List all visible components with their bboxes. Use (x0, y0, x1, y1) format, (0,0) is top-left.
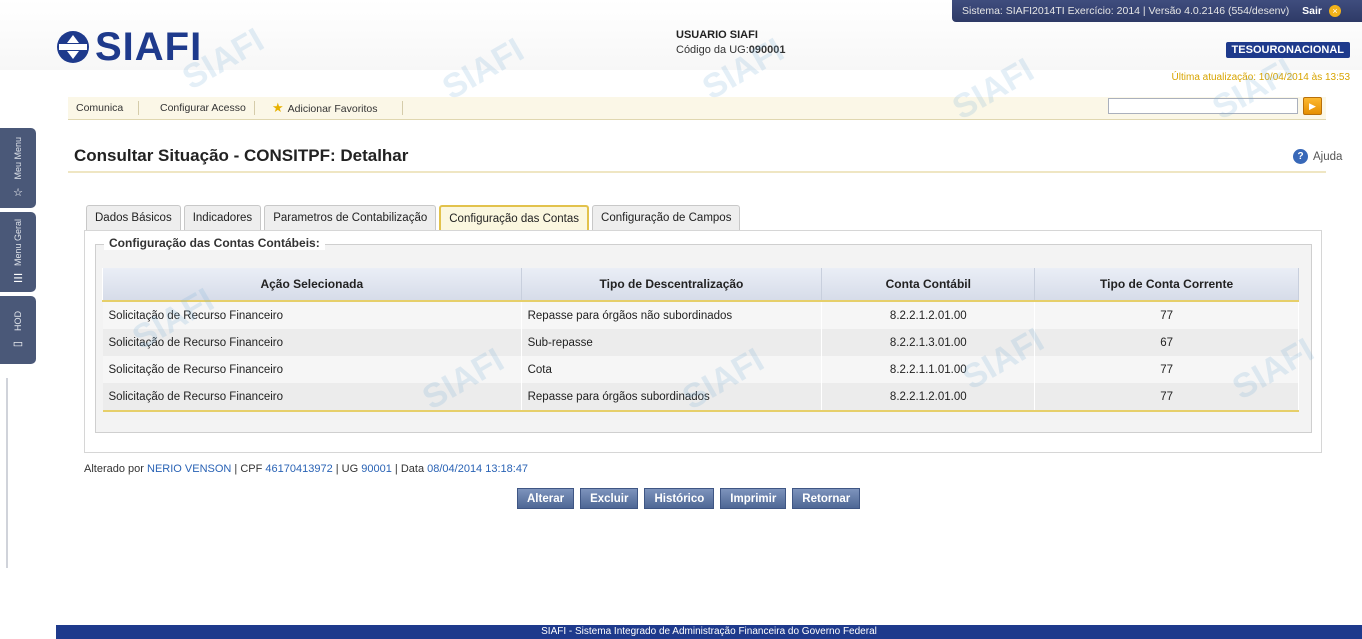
table-row[interactable]: Solicitação de Recurso Financeiro Sub-re… (102, 329, 1299, 356)
cell-conta-contabil: 8.2.2.1.2.01.00 (821, 301, 1036, 329)
cell-tipo-conta-corrente: 77 (1034, 383, 1299, 412)
table-row[interactable]: Solicitação de Recurso Financeiro Repass… (102, 301, 1299, 329)
cell-acao: Solicitação de Recurso Financeiro (102, 356, 522, 383)
historico-button[interactable]: Histórico (644, 488, 715, 509)
cell-conta-contabil: 8.2.2.1.1.01.00 (821, 356, 1036, 383)
user-title: USUARIO SIAFI (676, 29, 758, 41)
alterar-button[interactable]: Alterar (517, 488, 575, 509)
cell-acao: Solicitação de Recurso Financeiro (102, 329, 522, 356)
search-input[interactable] (1108, 98, 1298, 114)
menu-separator (254, 101, 255, 115)
accounts-table: Ação Selecionada Tipo de Descentralizaçã… (102, 268, 1299, 412)
audit-info: Alterado por NERIO VENSON | CPF 46170413… (84, 463, 528, 475)
side-divider (6, 378, 8, 568)
search-go-button[interactable]: ▶ (1303, 97, 1322, 115)
monitor-icon: ▭ (12, 337, 24, 350)
audit-alterado-por: Alterado por (84, 463, 144, 475)
logo-text: SIAFI (95, 24, 203, 69)
cell-tipo-conta-corrente: 67 (1034, 329, 1299, 356)
star-outline-icon: ☆ (13, 186, 23, 199)
side-tabs: Meu Menu ☆ Menu Geral ☰ HOD ▭ (0, 128, 36, 368)
cell-tipo-descentralizacao: Repasse para órgãos subordinados (521, 383, 823, 412)
menu-comunica[interactable]: Comunica (76, 97, 123, 119)
system-info-bar: Sistema: SIAFI2014TI Exercício: 2014 | V… (952, 0, 1362, 22)
side-tab-hod[interactable]: HOD ▭ (0, 296, 36, 364)
cell-conta-contabil: 8.2.2.1.3.01.00 (821, 329, 1036, 356)
excluir-button[interactable]: Excluir (580, 488, 639, 509)
siafi-logo: SIAFI (55, 24, 202, 70)
page-title: Consultar Situação - CONSITPF: Detalhar (74, 146, 409, 165)
siafi-logo-icon (57, 31, 89, 63)
audit-cpf-label: | CPF (234, 463, 263, 475)
section-legend: Configuração das Contas Contábeis: (104, 236, 325, 250)
tab-configuracao-contas[interactable]: Configuração das Contas (439, 205, 590, 230)
last-update: Última atualização: 10/04/2014 às 13:53 (1171, 72, 1350, 83)
column-header[interactable]: Tipo de Descentralização (520, 268, 823, 302)
action-buttons: Alterar Excluir Histórico Imprimir Retor… (517, 488, 866, 509)
menu-configurar-acesso[interactable]: Configurar Acesso (160, 97, 246, 119)
cell-tipo-descentralizacao: Repasse para órgãos não subordinados (521, 301, 823, 329)
system-info-text: Sistema: SIAFI2014TI Exercício: 2014 | V… (962, 5, 1290, 17)
column-header[interactable]: Ação Selecionada (102, 268, 522, 302)
tab-indicadores[interactable]: Indicadores (183, 205, 262, 230)
menu-tree-icon: ☰ (13, 273, 23, 286)
side-tab-meu-menu[interactable]: Meu Menu ☆ (0, 128, 36, 208)
column-header[interactable]: Conta Contábil (821, 268, 1036, 302)
tab-bar: Dados Básicos Indicadores Parametros de … (86, 205, 743, 230)
title-divider (68, 171, 1326, 173)
cell-acao: Solicitação de Recurso Financeiro (102, 383, 522, 412)
table-header-row: Ação Selecionada Tipo de Descentralizaçã… (102, 268, 1299, 302)
audit-ug-link[interactable]: 90001 (361, 463, 392, 475)
help-icon: ? (1293, 149, 1308, 164)
ug-label: Código da UG: (676, 44, 749, 56)
user-info: USUARIO SIAFI Código da UG:090001 (676, 28, 785, 58)
tab-dados-basicos[interactable]: Dados Básicos (86, 205, 181, 230)
audit-cpf-link[interactable]: 46170413972 (265, 463, 332, 475)
star-icon: ★ (272, 100, 284, 115)
audit-user-link[interactable]: NERIO VENSON (147, 463, 231, 475)
cell-tipo-conta-corrente: 77 (1034, 301, 1299, 329)
side-tab-label: HOD (13, 310, 23, 331)
column-header[interactable]: Tipo de Conta Corrente (1034, 268, 1299, 302)
menu-separator (402, 101, 403, 115)
tab-parametros-contabilizacao[interactable]: Parametros de Contabilização (264, 205, 437, 230)
retornar-button[interactable]: Retornar (792, 488, 861, 509)
imprimir-button[interactable]: Imprimir (720, 488, 787, 509)
cell-tipo-descentralizacao: Cota (521, 356, 823, 383)
tab-configuracao-campos[interactable]: Configuração de Campos (592, 205, 741, 230)
side-tab-label: Meu Menu (13, 137, 23, 180)
cell-acao: Solicitação de Recurso Financeiro (102, 301, 522, 329)
cell-tipo-conta-corrente: 77 (1034, 356, 1299, 383)
menu-separator (138, 101, 139, 115)
audit-date: 08/04/2014 13:18:47 (427, 463, 529, 475)
help-label: Ajuda (1313, 150, 1343, 163)
help-link[interactable]: ? Ajuda (1293, 149, 1342, 164)
logout-link[interactable]: Sair (1302, 5, 1322, 17)
ug-value: 090001 (748, 44, 786, 56)
audit-data-label: | Data (394, 463, 425, 475)
menu-adicionar-favoritos[interactable]: ★ Adicionar Favoritos (272, 97, 378, 119)
footer: SIAFI - Sistema Integrado de Administraç… (56, 625, 1362, 639)
cell-tipo-descentralizacao: Sub-repasse (521, 329, 823, 356)
side-tab-menu-geral[interactable]: Menu Geral ☰ (0, 212, 36, 292)
audit-ug-label: | UG (335, 463, 359, 475)
tesouro-text: TESOURONACIONAL (1231, 44, 1344, 56)
cell-conta-contabil: 8.2.2.1.2.01.00 (821, 383, 1036, 412)
favoritos-label: Adicionar Favoritos (287, 103, 378, 115)
side-tab-label: Menu Geral (13, 218, 23, 267)
table-row[interactable]: Solicitação de Recurso Financeiro Repass… (102, 383, 1299, 412)
table-row[interactable]: Solicitação de Recurso Financeiro Cota 8… (102, 356, 1299, 383)
logout-icon[interactable]: × (1328, 5, 1341, 18)
tesouro-nacional-logo: TESOURONACIONAL (1225, 42, 1350, 58)
user-ug: Código da UG:090001 (676, 43, 785, 58)
